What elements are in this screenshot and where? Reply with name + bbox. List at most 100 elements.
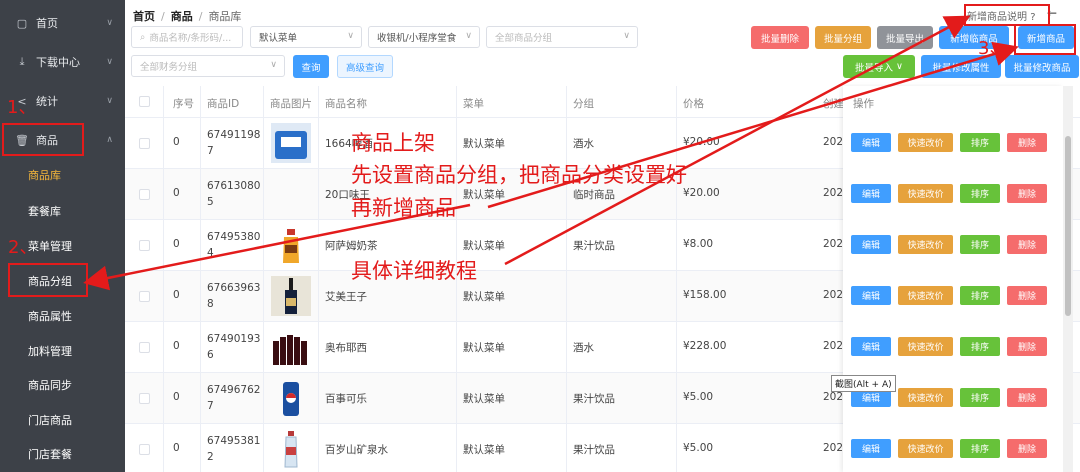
row-menu: 默认菜单 bbox=[463, 291, 505, 303]
channel-select[interactable]: 收银机/小程序堂食 ∨ bbox=[368, 26, 480, 48]
column-divider bbox=[200, 86, 201, 472]
quick-price-button[interactable]: 快速改价 bbox=[898, 184, 953, 203]
sort-button[interactable]: 排序 bbox=[960, 235, 1000, 254]
column-divider bbox=[566, 86, 567, 472]
row-checkbox[interactable] bbox=[139, 342, 150, 353]
row-checkbox[interactable] bbox=[139, 291, 150, 302]
select-all-checkbox[interactable] bbox=[139, 96, 150, 107]
chevron-up-icon: ∧ bbox=[106, 135, 113, 145]
sidebar-sub-product-sync[interactable]: 商品同步 bbox=[0, 367, 125, 403]
group-select[interactable]: 全部商品分组 ∨ bbox=[486, 26, 638, 48]
row-index: 0 bbox=[173, 187, 180, 199]
sidebar-item-download[interactable]: ⤓ 下载中心 ∨ bbox=[0, 44, 125, 80]
row-checkbox[interactable] bbox=[139, 393, 150, 404]
chevron-down-icon: ∨ bbox=[106, 18, 113, 28]
sidebar-item-home[interactable]: ▢ 首页 ∨ bbox=[0, 5, 125, 41]
sidebar-sub-store-products[interactable]: 门店商品 bbox=[0, 402, 125, 438]
column-divider bbox=[318, 86, 319, 472]
row-checkbox[interactable] bbox=[139, 189, 150, 200]
chevron-down-icon: ∨ bbox=[896, 61, 903, 72]
sort-button[interactable]: 排序 bbox=[960, 388, 1000, 407]
product-thumbnail bbox=[271, 276, 311, 316]
delete-button[interactable]: 删除 bbox=[1007, 388, 1047, 407]
product-thumbnail bbox=[271, 225, 311, 265]
annotation-step-2: 2、 bbox=[8, 237, 38, 258]
annotation-text-step-groups: 先设置商品分组，把商品分类设置好 bbox=[351, 163, 687, 187]
chevron-down-icon: ∨ bbox=[106, 96, 113, 106]
delete-button[interactable]: 删除 bbox=[1007, 337, 1047, 356]
row-menu: 默认菜单 bbox=[463, 393, 505, 405]
delete-button[interactable]: 删除 bbox=[1007, 133, 1047, 152]
quick-price-button[interactable]: 快速改价 bbox=[898, 133, 953, 152]
sort-button[interactable]: 排序 bbox=[960, 184, 1000, 203]
delete-button[interactable]: 删除 bbox=[1007, 439, 1047, 458]
row-checkbox[interactable] bbox=[139, 444, 150, 455]
chevron-down-icon: ∨ bbox=[270, 60, 277, 70]
sidebar-sub-store-packages[interactable]: 门店套餐 bbox=[0, 436, 125, 472]
quick-price-button[interactable]: 快速改价 bbox=[898, 286, 953, 305]
batch-import-label: 批量导入 bbox=[854, 62, 893, 74]
delete-button[interactable]: 删除 bbox=[1007, 184, 1047, 203]
query-button[interactable]: 查询 bbox=[293, 55, 329, 78]
sidebar-sub-addon-management[interactable]: 加料管理 bbox=[0, 333, 125, 369]
sidebar-sub-product-attributes[interactable]: 商品属性 bbox=[0, 298, 125, 334]
batch-group-button[interactable]: 批量分组 bbox=[815, 26, 871, 49]
delete-button[interactable]: 删除 bbox=[1007, 235, 1047, 254]
col-header-created: 创建 bbox=[823, 98, 844, 110]
edit-button[interactable]: 编辑 bbox=[851, 235, 891, 254]
sidebar-sub-package-library[interactable]: 套餐库 bbox=[0, 193, 125, 229]
row-id-line1: 67613080 bbox=[207, 180, 261, 192]
sidebar-item-label: 统计 bbox=[36, 95, 58, 108]
row-id-line2: 8 bbox=[207, 298, 214, 310]
edit-button[interactable]: 编辑 bbox=[851, 133, 891, 152]
breadcrumb-home[interactable]: 首页 bbox=[133, 10, 155, 23]
batch-import-button[interactable]: 批量导入 ∨ bbox=[843, 55, 915, 78]
row-checkbox[interactable] bbox=[139, 138, 150, 149]
annotation-text-step-add: 再新增商品 bbox=[351, 196, 456, 220]
column-divider bbox=[676, 86, 677, 472]
edit-button[interactable]: 编辑 bbox=[851, 286, 891, 305]
menu-select[interactable]: 默认菜单 ∨ bbox=[250, 26, 362, 48]
annotation-text-title: 商品上架 bbox=[351, 131, 435, 155]
sort-button[interactable]: 排序 bbox=[960, 286, 1000, 305]
quick-price-button[interactable]: 快速改价 bbox=[898, 337, 953, 356]
delete-button[interactable]: 删除 bbox=[1007, 286, 1047, 305]
edit-button[interactable]: 编辑 bbox=[851, 439, 891, 458]
row-checkbox[interactable] bbox=[139, 240, 150, 251]
vertical-scrollbar[interactable] bbox=[1063, 86, 1073, 472]
sort-button[interactable]: 排序 bbox=[960, 133, 1000, 152]
col-header-image: 商品图片 bbox=[270, 98, 312, 110]
sort-button[interactable]: 排序 bbox=[960, 439, 1000, 458]
row-group: 酒水 bbox=[573, 342, 594, 354]
row-id: 67496762 7 bbox=[207, 382, 260, 414]
row-id-line2: 4 bbox=[207, 247, 214, 259]
quick-price-button[interactable]: 快速改价 bbox=[898, 439, 953, 458]
sidebar-sub-product-library[interactable]: 商品库 bbox=[0, 157, 125, 193]
search-input[interactable]: ⌕ 商品名称/条形码/... bbox=[131, 26, 243, 48]
scrollbar-thumb[interactable] bbox=[1065, 136, 1071, 316]
breadcrumb-section[interactable]: 商品 bbox=[171, 10, 193, 23]
edit-button[interactable]: 编辑 bbox=[851, 184, 891, 203]
advanced-query-button[interactable]: 高级查询 bbox=[337, 55, 393, 78]
search-icon: ⌕ bbox=[140, 31, 146, 43]
quick-price-button[interactable]: 快速改价 bbox=[898, 388, 953, 407]
batch-delete-button[interactable]: 批量删除 bbox=[751, 26, 809, 49]
column-divider bbox=[263, 86, 264, 472]
finance-group-placeholder: 全部财务分组 bbox=[140, 62, 198, 73]
product-thumbnail bbox=[271, 429, 311, 469]
edit-button[interactable]: 编辑 bbox=[851, 337, 891, 356]
row-price: ¥20.00 bbox=[683, 136, 720, 148]
batch-edit-products-button[interactable]: 批量修改商品 bbox=[1005, 55, 1079, 78]
col-header-group: 分组 bbox=[573, 98, 594, 110]
row-id: 67613080 5 bbox=[207, 178, 260, 210]
quick-price-button[interactable]: 快速改价 bbox=[898, 235, 953, 254]
square-icon: ▢ bbox=[16, 16, 28, 30]
finance-group-select[interactable]: 全部财务分组 ∨ bbox=[131, 55, 285, 77]
batch-export-button[interactable]: 批量导出 bbox=[877, 26, 933, 49]
row-group: 果汁饮品 bbox=[573, 393, 615, 405]
row-id: 67491198 7 bbox=[207, 127, 260, 159]
col-header-price: 价格 bbox=[683, 98, 704, 110]
sort-button[interactable]: 排序 bbox=[960, 337, 1000, 356]
screenshot-tooltip: 截图(Alt + A) bbox=[831, 375, 896, 392]
row-price: ¥20.00 bbox=[683, 187, 720, 199]
